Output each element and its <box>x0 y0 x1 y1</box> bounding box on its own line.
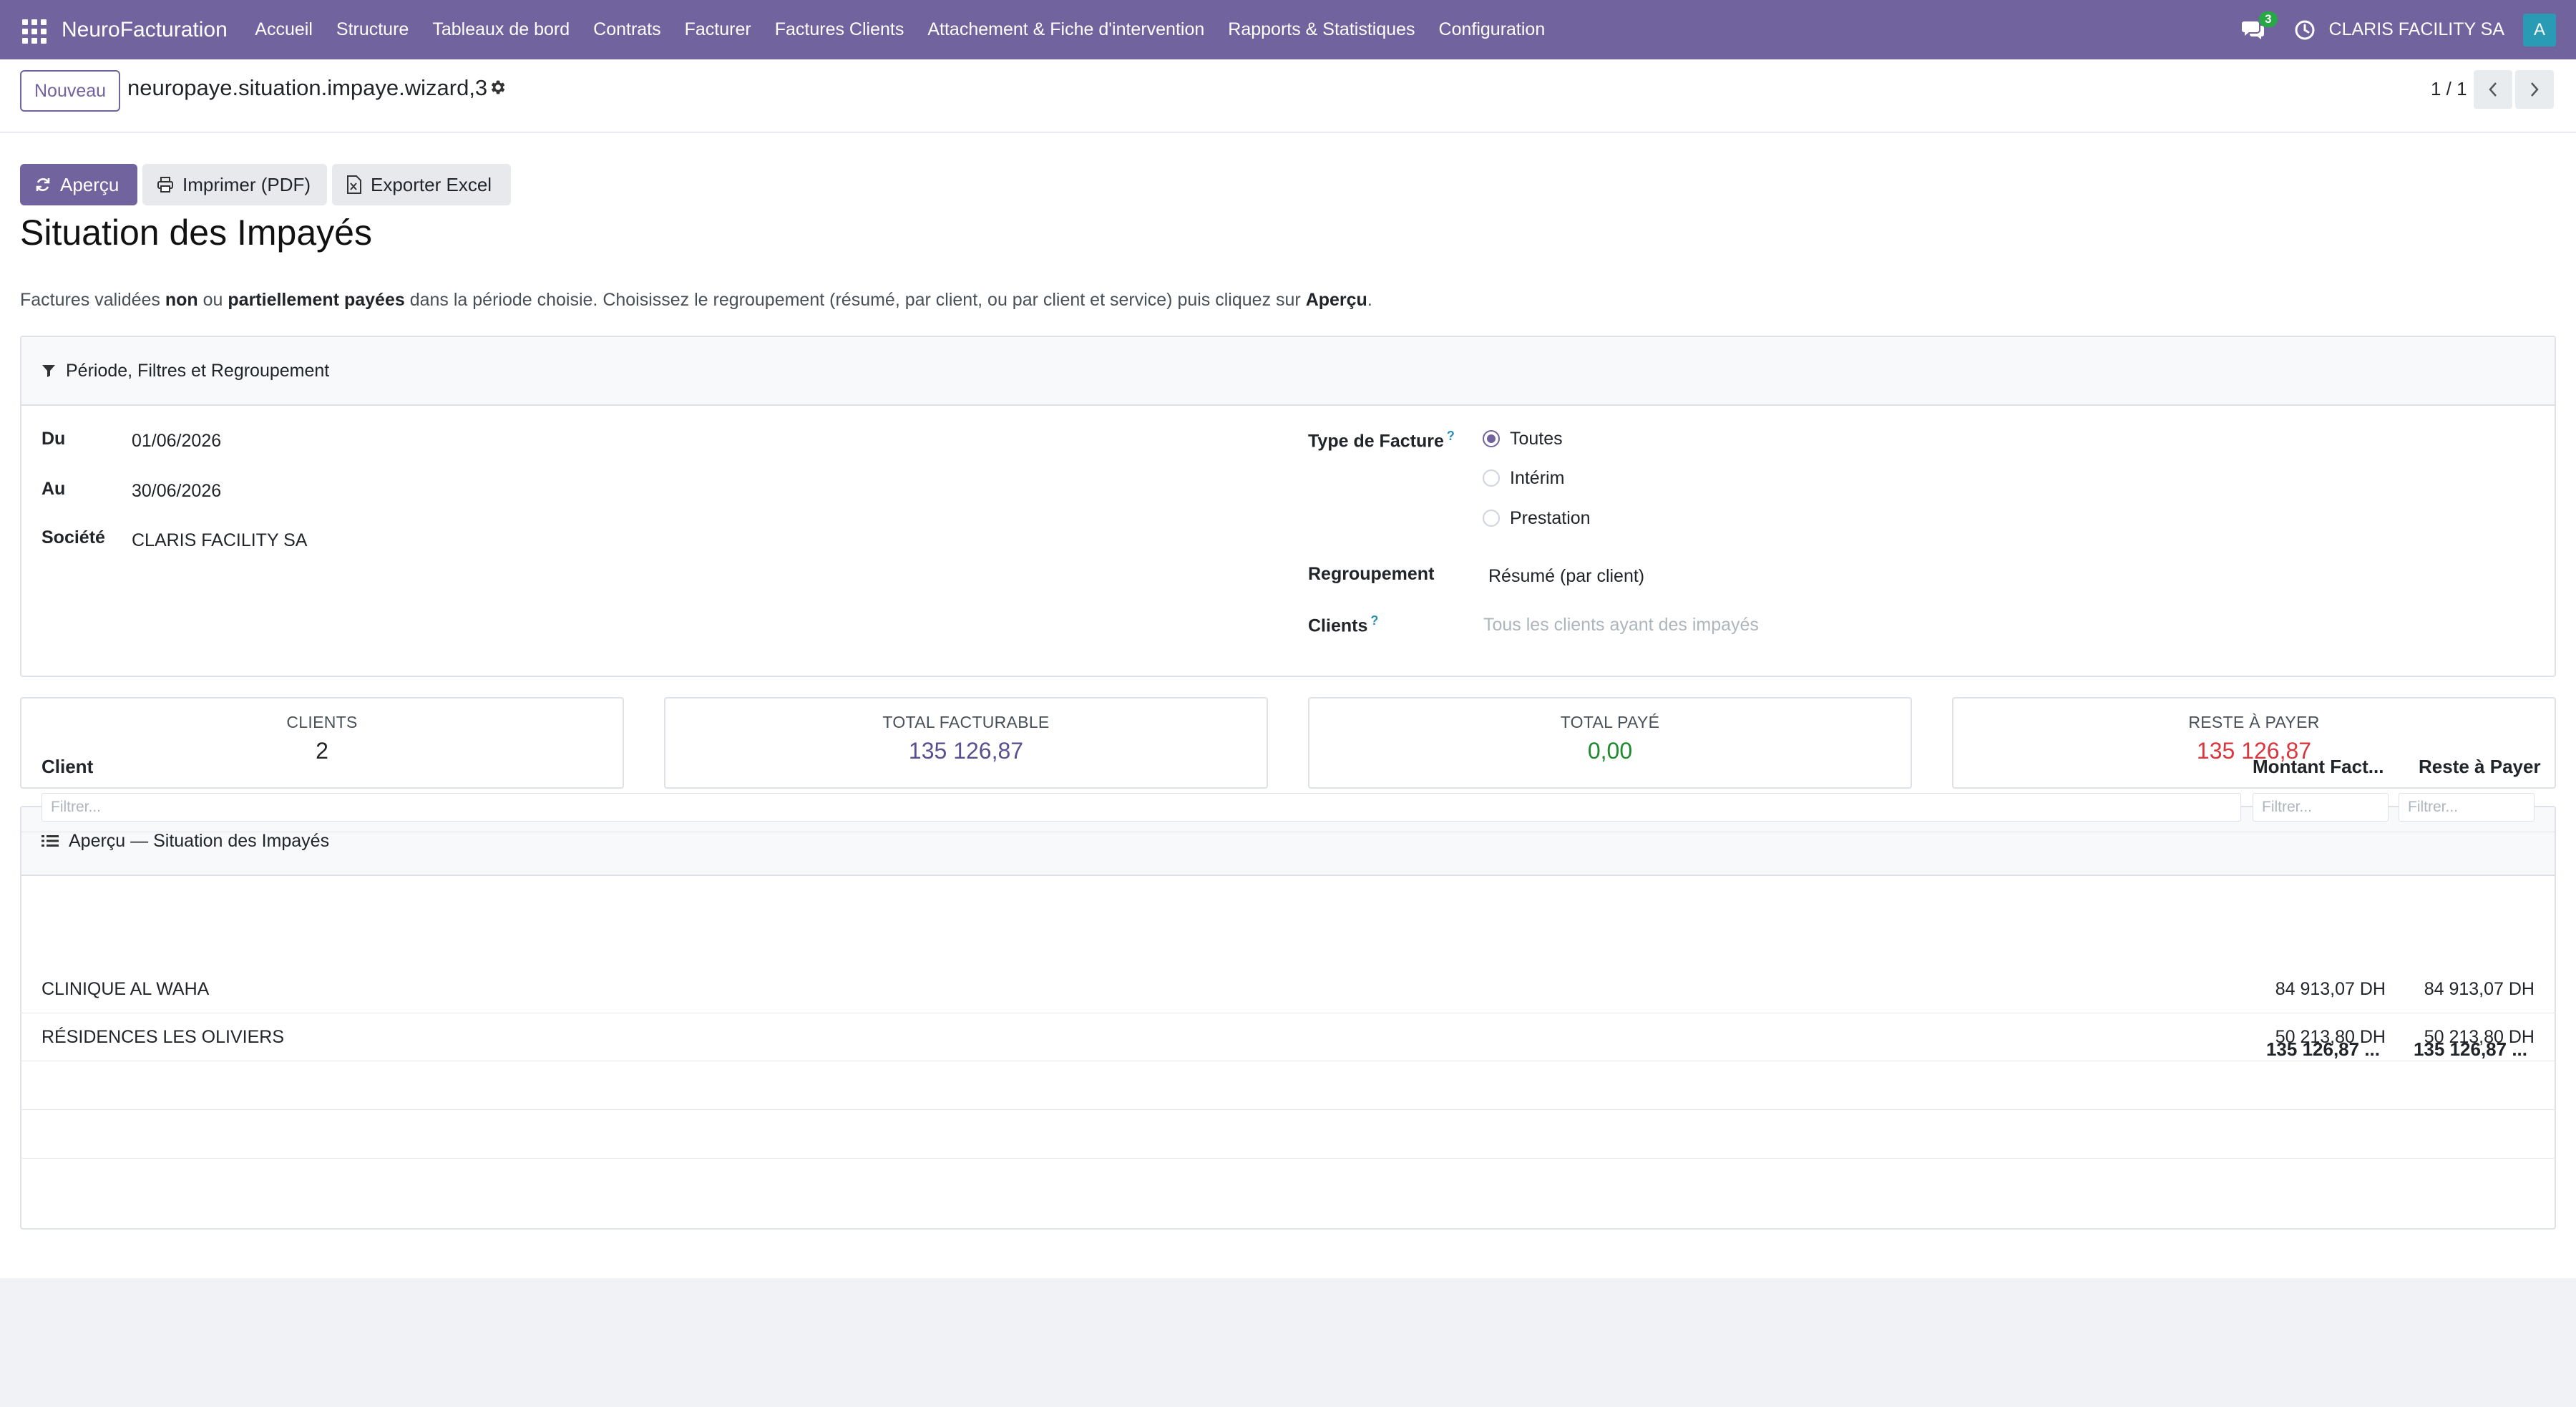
main-menu: Accueil Structure Tableaux de bord Contr… <box>243 19 1557 40</box>
total-montant: 135 126,87 ... <box>2265 1038 2380 1060</box>
stat-value: 135 126,87 <box>908 738 1024 764</box>
filter-input-client[interactable]: Filtrer... <box>42 793 2241 822</box>
date-from-field[interactable]: 01/06/2026 <box>132 431 221 452</box>
date-from-label: Du <box>42 429 66 449</box>
filters-panel: Période, Filtres et Regroupement <box>20 336 2556 677</box>
pager-previous-button[interactable] <box>2474 70 2512 109</box>
date-to-label: Au <box>42 479 66 499</box>
list-icon <box>42 835 59 847</box>
user-avatar[interactable]: A <box>2523 13 2556 47</box>
row-divider <box>20 1109 2556 1110</box>
preview-button-label: Aperçu <box>60 173 119 195</box>
chat-counter-badge: 3 <box>2259 11 2278 27</box>
preview-panel-title: Aperçu — Situation des Impayés <box>69 830 330 851</box>
pager-value[interactable]: 1 / 1 <box>2431 78 2467 100</box>
preview-button[interactable]: Aperçu <box>20 164 137 205</box>
printer-icon <box>157 177 173 193</box>
clients-label: Clients? <box>1308 613 1379 636</box>
grouping-label: Regroupement <box>1308 564 1435 584</box>
menu-item-facturer[interactable]: Facturer <box>673 19 763 40</box>
apps-menu-icon[interactable] <box>20 17 47 44</box>
radio-toutes[interactable] <box>1483 430 1500 447</box>
stat-value: 0,00 <box>1587 738 1633 764</box>
stat-label: CLIENTS <box>286 713 358 731</box>
menu-item-tableaux-de-bord[interactable]: Tableaux de bord <box>421 19 582 40</box>
radio-interim[interactable] <box>1483 469 1500 487</box>
column-header-client[interactable]: Client <box>42 756 93 778</box>
radio-prestation[interactable] <box>1483 510 1500 527</box>
help-icon[interactable]: ? <box>1447 429 1455 443</box>
stat-card-clients: CLIENTS 2 <box>20 697 624 789</box>
export-excel-label: Exporter Excel <box>371 173 492 195</box>
row-divider <box>20 1158 2556 1159</box>
filter-icon <box>42 365 55 377</box>
company-switcher[interactable]: CLARIS FACILITY SA <box>2329 19 2504 40</box>
radio-interim-label[interactable]: Intérim <box>1510 468 1564 489</box>
page-description: Factures validées non ou partiellement p… <box>20 290 1372 310</box>
menu-item-configuration[interactable]: Configuration <box>1427 19 1557 40</box>
grouping-select[interactable]: Résumé (par client) <box>1488 566 1644 587</box>
stat-value: 2 <box>316 738 328 764</box>
messaging-button[interactable]: 3 <box>2239 11 2278 44</box>
stat-card-total-paye: TOTAL PAYÉ 0,00 <box>1308 697 1912 789</box>
company-label: Société <box>42 527 105 547</box>
stat-label: TOTAL FACTURABLE <box>882 713 1050 731</box>
table-row-montant: 84 913,07 DH <box>2275 979 2386 999</box>
page-title: Situation des Impayés <box>20 213 372 253</box>
chevron-right-icon <box>2531 82 2539 97</box>
navbar-systray: 3 CLARIS FACILITY SA A <box>2239 0 2576 59</box>
radio-prestation-label[interactable]: Prestation <box>1510 508 1591 529</box>
table-row-reste: 84 913,07 DH <box>2424 979 2534 999</box>
total-reste: 135 126,87 ... <box>2413 1038 2527 1060</box>
chevron-left-icon <box>2489 82 2497 97</box>
table-row-client[interactable]: RÉSIDENCES LES OLIVIERS <box>42 1027 284 1048</box>
clients-field[interactable]: Tous les clients ayant des impayés <box>1483 615 1759 636</box>
activity-button[interactable] <box>2292 17 2318 43</box>
gear-icon[interactable] <box>488 78 507 97</box>
stat-label: RESTE À PAYER <box>2188 713 2320 731</box>
company-field[interactable]: CLARIS FACILITY SA <box>132 530 307 551</box>
filter-input-montant[interactable]: Filtrer... <box>2253 793 2389 822</box>
menu-item-attachement[interactable]: Attachement & Fiche d'intervention <box>916 19 1216 40</box>
table-row-client[interactable]: CLINIQUE AL WAHA <box>42 979 209 1000</box>
menu-item-accueil[interactable]: Accueil <box>243 19 325 40</box>
menu-item-factures-clients[interactable]: Factures Clients <box>763 19 916 40</box>
column-header-reste[interactable]: Reste à Payer <box>2419 756 2541 778</box>
app-brand[interactable]: NeuroFacturation <box>62 18 228 42</box>
stat-label: TOTAL PAYÉ <box>1560 713 1660 731</box>
radio-toutes-label[interactable]: Toutes <box>1510 429 1563 449</box>
filters-panel-header: Période, Filtres et Regroupement <box>21 337 2555 406</box>
column-header-montant[interactable]: Montant Fact... <box>2253 756 2384 778</box>
excel-file-icon <box>347 175 361 194</box>
help-icon[interactable]: ? <box>1370 613 1378 628</box>
clock-icon <box>2295 20 2315 39</box>
filters-panel-title: Période, Filtres et Regroupement <box>66 360 330 381</box>
preview-panel: Aperçu — Situation des Impayés <box>20 806 2556 1230</box>
export-excel-button[interactable]: Exporter Excel <box>332 164 511 205</box>
menu-item-structure[interactable]: Structure <box>324 19 420 40</box>
stat-card-total-facturable: TOTAL FACTURABLE 135 126,87 <box>664 697 1268 789</box>
menu-item-contrats[interactable]: Contrats <box>582 19 673 40</box>
filter-input-reste[interactable]: Filtrer... <box>2399 793 2534 822</box>
control-panel: Nouveau neuropaye.situation.impaye.wizar… <box>0 59 2576 132</box>
new-button[interactable]: Nouveau <box>20 70 121 112</box>
date-to-field[interactable]: 30/06/2026 <box>132 481 221 502</box>
form-content: Aperçu Imprimer (PDF) Exporter Excel Sit… <box>0 133 2576 1278</box>
pager-next-button[interactable] <box>2515 70 2554 109</box>
breadcrumb-record-name: neuropaye.situation.impaye.wizard,3 <box>127 75 488 100</box>
refresh-icon <box>36 178 50 191</box>
print-pdf-label: Imprimer (PDF) <box>182 173 311 195</box>
print-pdf-button[interactable]: Imprimer (PDF) <box>142 164 327 205</box>
menu-item-rapports[interactable]: Rapports & Statistiques <box>1216 19 1427 40</box>
invoice-type-label: Type de Facture? <box>1308 429 1455 452</box>
top-navbar: NeuroFacturation Accueil Structure Table… <box>0 0 2576 59</box>
